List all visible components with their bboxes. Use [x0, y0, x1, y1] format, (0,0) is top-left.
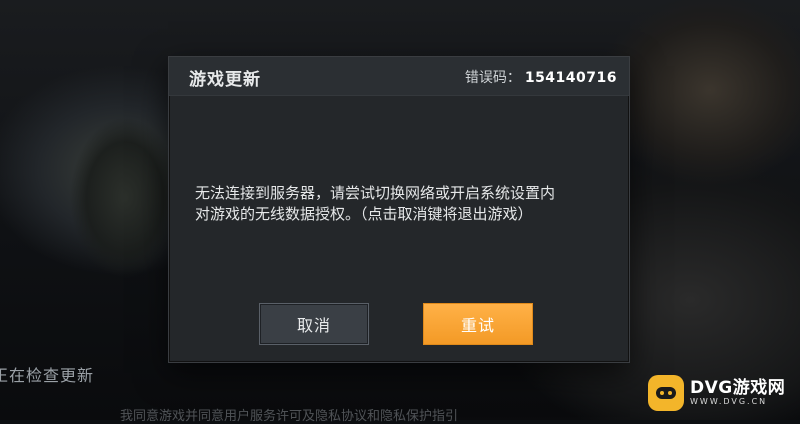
dialog-header: 游戏更新 错误码： 154140716: [169, 57, 629, 96]
message-line: 无法连接到服务器，请尝试切换网络或开启系统设置内: [195, 184, 556, 202]
agreement-text: 我同意游戏并同意用户服务许可及隐私协议和隐私保护指引: [120, 409, 459, 424]
background-character: [70, 108, 180, 298]
watermark-url: WWW.DVG.CN: [690, 397, 768, 406]
error-code-display: 错误码： 154140716: [465, 67, 617, 87]
error-code-value: 154140716: [524, 70, 617, 86]
message-line: 对游戏的无线数据授权。（点击取消键将退出游戏）: [195, 205, 533, 223]
error-code-label: 错误码：: [464, 70, 521, 86]
update-error-dialog: 游戏更新 错误码： 154140716 无法连接到服务器，请尝试切换网络或开启系统…: [168, 56, 630, 363]
dialog-title: 游戏更新: [189, 70, 261, 90]
update-status-text: 正在检查更新: [0, 366, 95, 385]
gamepad-logo-icon: [648, 375, 684, 411]
site-watermark: DVG游戏网 WWW.DVG.CN: [648, 374, 796, 412]
dialog-message: 无法连接到服务器，请尝试切换网络或开启系统设置内 对游戏的无线数据授权。（点击取…: [195, 183, 615, 225]
cancel-button[interactable]: 取消: [259, 303, 369, 345]
retry-button[interactable]: 重试: [423, 303, 533, 345]
watermark-brand: DVG游戏网: [690, 378, 786, 398]
